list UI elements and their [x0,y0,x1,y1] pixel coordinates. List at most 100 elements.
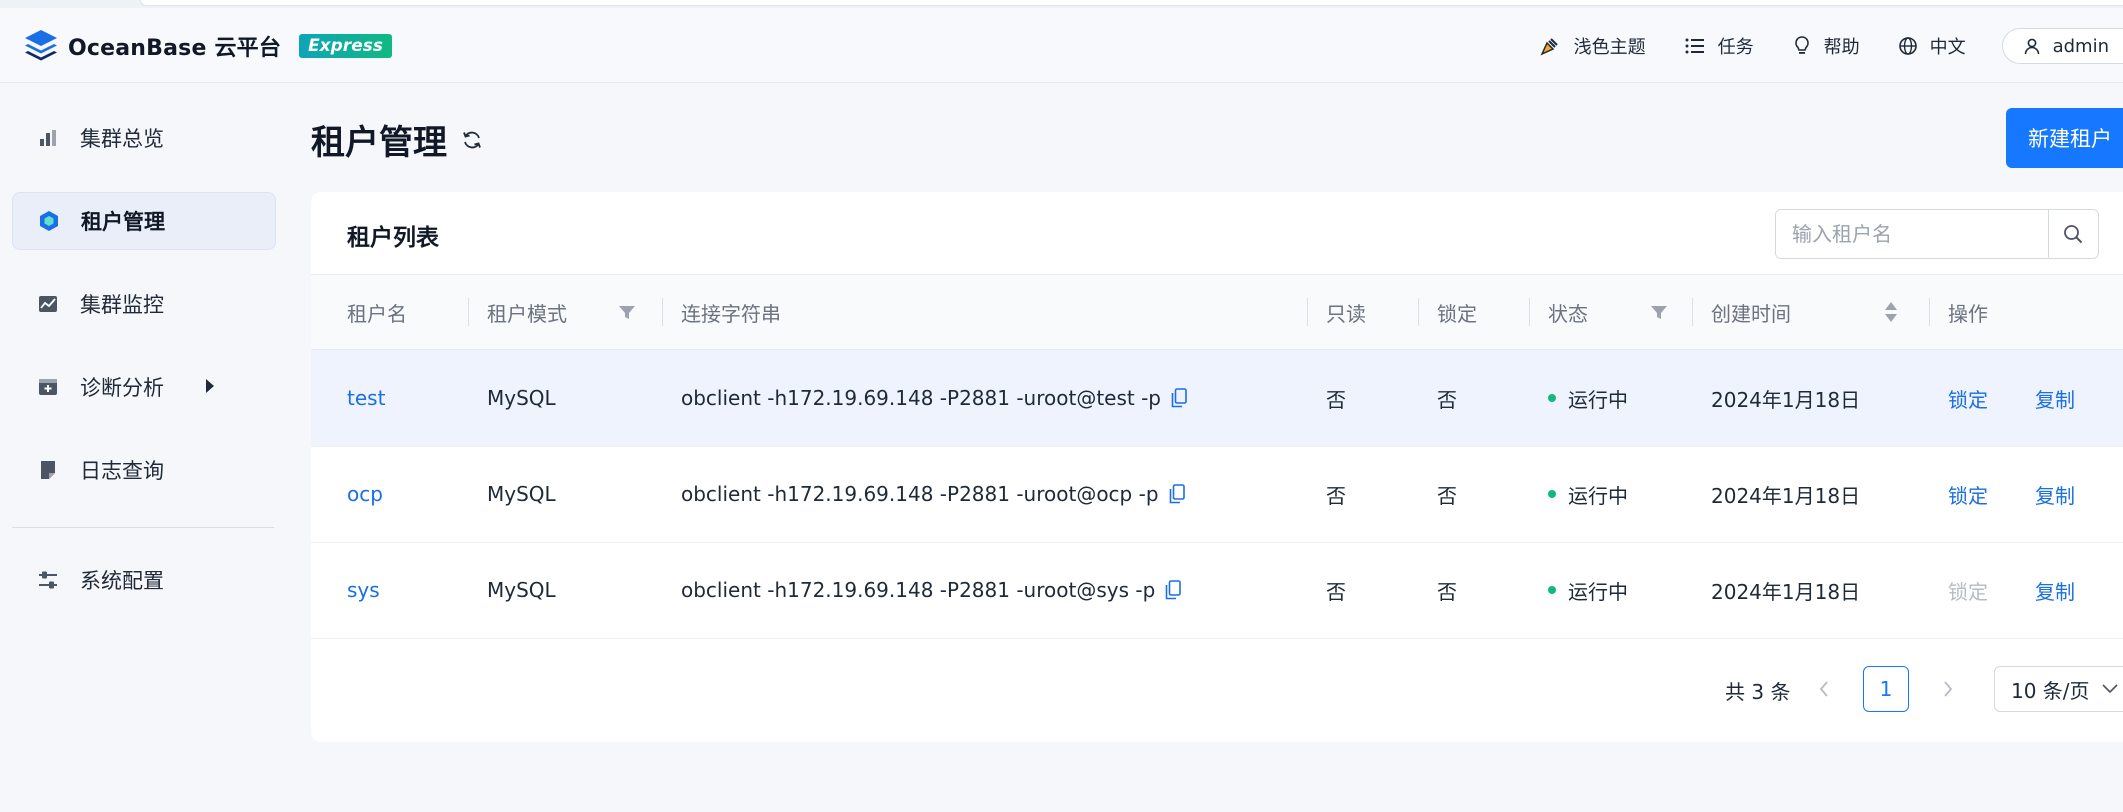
sidebar-item-cluster-overview[interactable]: 集群总览 [12,110,274,166]
sidebar-item-label: 集群监控 [80,293,164,317]
col-header-created-time[interactable]: 创建时间 [1692,275,1791,349]
page-title: 租户管理 [311,123,447,163]
connection-string-text: obclient -h172.19.69.148 -P2881 -uroot@o… [681,482,1159,506]
locked-value: 否 [1437,483,1457,508]
readonly-value: 否 [1326,483,1346,508]
browser-top-strip [0,0,2123,8]
status-dot [1548,490,1556,498]
log-document-icon [36,458,60,482]
created-time: 2024年1月18日 [1711,579,1861,604]
search-button[interactable] [2048,210,2097,258]
tenant-mode: MySQL [487,578,556,602]
tenant-list-card: 租户列表 租户名 租户模式 连接字符串 只读 锁定 状态 创建时间 操作 tes… [311,192,2123,742]
help-label: 帮助 [1823,37,1860,58]
tenant-name-link[interactable]: sys [347,542,380,638]
pagination: 共 3 条 1 10 条/页 [311,654,2123,724]
connection-string: obclient -h172.19.69.148 -P2881 -uroot@o… [681,446,1185,542]
status-badge: 运行中 [1548,542,1628,638]
help-menu[interactable]: 帮助 [1792,33,1860,59]
page-size-select[interactable]: 10 条/页 [1994,666,2123,712]
sidebar-item-label: 系统配置 [80,569,164,593]
col-header-actions: 操作 [1929,275,1988,349]
language-switch[interactable]: 中文 [1898,33,1966,59]
locked-value: 否 [1437,579,1457,604]
tenant-mode: MySQL [487,386,556,410]
filter-icon[interactable] [1651,306,1667,320]
tenant-name-link[interactable]: test [347,350,385,446]
copy-icon[interactable] [1165,580,1182,600]
copy-action[interactable]: 复制 [2035,446,2075,542]
brand-name: OceanBase 云平台 [68,36,282,61]
col-header-locked: 锁定 [1418,275,1477,349]
sidebar-item-diagnosis[interactable]: 诊断分析 [12,359,274,415]
expand-arrow-icon[interactable] [206,379,214,393]
sidebar-item-cluster-monitoring[interactable]: 集群监控 [12,276,274,332]
oceanbase-logo-icon [25,30,57,61]
theme-switch[interactable]: 浅色主题 [1538,33,1646,59]
lightbulb-icon [1794,36,1809,54]
col-header-tenant-mode[interactable]: 租户模式 [468,275,567,349]
tenant-mode: MySQL [487,482,556,506]
sidebar-item-system-config[interactable]: 系统配置 [12,552,274,608]
user-icon [2024,38,2039,55]
language-label: 中文 [1929,37,1966,58]
copy-icon[interactable] [1171,388,1187,408]
tasks-menu[interactable]: 任务 [1684,33,1754,59]
connection-string: obclient -h172.19.69.148 -P2881 -uroot@s… [681,542,1182,638]
top-bar: OceanBase 云平台 Express 浅色主题 任务 帮助 中文 admi… [0,8,2123,83]
user-menu[interactable]: admin [2001,28,2123,64]
chevron-right-icon[interactable] [1942,680,1954,698]
logo[interactable]: OceanBase 云平台 Express [22,28,392,64]
sidebar: 集群总览 租户管理 集群监控 诊断分析 日志查询 系统配置 [0,83,290,812]
table-row: sys MySQL obclient -h172.19.69.148 -P288… [311,542,2123,639]
created-time: 2024年1月18日 [1711,483,1861,508]
pagination-total: 共 3 条 [1725,680,1791,704]
lock-action[interactable]: 锁定 [1948,350,1988,446]
diagnosis-icon [36,375,60,399]
page-size-value: 10 条/页 [2011,678,2090,703]
tenant-hexagon-icon [37,209,61,233]
sidebar-item-label: 诊断分析 [80,376,164,400]
sort-icon[interactable] [1884,301,1898,323]
created-time: 2024年1月18日 [1711,387,1861,412]
paint-brush-icon [1540,38,1558,56]
refresh-icon[interactable] [461,129,483,151]
copy-action[interactable]: 复制 [2035,542,2075,638]
filter-icon[interactable] [619,306,635,320]
card-title: 租户列表 [347,225,439,251]
col-header-status[interactable]: 状态 [1529,275,1588,349]
status-dot [1548,586,1556,594]
copy-action[interactable]: 复制 [2035,350,2075,446]
sidebar-item-label: 集群总览 [80,127,164,151]
tenant-search [1775,209,2099,259]
sidebar-item-label: 租户管理 [81,210,165,234]
table-row: test MySQL obclient -h172.19.69.148 -P28… [311,350,2123,447]
theme-label: 浅色主题 [1573,37,1646,58]
readonly-value: 否 [1326,579,1346,604]
connection-string: obclient -h172.19.69.148 -P2881 -uroot@t… [681,350,1187,446]
lock-action[interactable]: 锁定 [1948,446,1988,542]
list-icon [1685,38,1704,54]
col-header-tenant-name[interactable]: 租户名 [347,275,407,349]
tenant-name-link[interactable]: ocp [347,446,383,542]
status-badge: 运行中 [1548,350,1628,446]
search-icon [2064,225,2083,244]
user-name: admin [2052,35,2109,57]
chevron-down-icon [2101,684,2118,694]
search-input[interactable] [1776,210,2048,258]
page-number-current[interactable]: 1 [1863,666,1909,712]
readonly-value: 否 [1326,387,1346,412]
lock-action-disabled: 锁定 [1948,579,1988,604]
sidebar-item-tenant-management[interactable]: 租户管理 [12,192,276,250]
copy-icon[interactable] [1169,484,1185,504]
table-header: 租户名 租户模式 连接字符串 只读 锁定 状态 创建时间 操作 [311,275,2123,350]
connection-string-text: obclient -h172.19.69.148 -P2881 -uroot@s… [681,578,1156,602]
sidebar-item-log-query[interactable]: 日志查询 [12,442,274,498]
chevron-left-icon[interactable] [1818,680,1830,698]
top-navigation: 浅色主题 任务 帮助 中文 admin [1500,28,2123,64]
col-header-connection-string: 连接字符串 [662,275,781,349]
globe-icon [1898,37,1917,55]
new-tenant-button[interactable]: 新建租户 [2006,108,2123,168]
connection-string-text: obclient -h172.19.69.148 -P2881 -uroot@t… [681,386,1161,410]
tasks-label: 任务 [1717,37,1754,58]
